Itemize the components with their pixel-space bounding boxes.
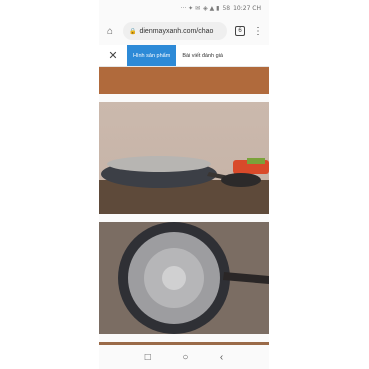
pan-base <box>107 156 211 172</box>
lock-icon: 🔒 <box>129 28 137 35</box>
url-text: dienmayxanh.com/chao <box>139 27 214 35</box>
back-icon[interactable]: ‹ <box>220 352 223 363</box>
product-image-1[interactable] <box>99 67 269 94</box>
battery-level: 58 <box>222 5 231 12</box>
more-menu-icon[interactable]: ⋮ <box>253 26 263 37</box>
notification-icons: ··· ✦ ✉ <box>180 5 201 12</box>
pan-center <box>162 266 186 290</box>
signal-icons: ◈ ▲ ▮ <box>203 5 220 12</box>
status-bar: ··· ✦ ✉ ◈ ▲ ▮ 58 10:27 CH <box>99 0 269 17</box>
pan-side-illustration <box>99 156 269 214</box>
recents-icon[interactable]: □ <box>145 352 151 363</box>
herb-garnish <box>247 158 265 164</box>
home-icon[interactable]: ⌂ <box>103 24 117 38</box>
home-nav-icon[interactable]: ○ <box>182 352 188 363</box>
handle-grip <box>221 173 261 187</box>
tab-product-images[interactable]: Hình sản phẩm <box>127 45 177 66</box>
address-bar[interactable]: 🔒 dienmayxanh.com/chao <box>123 22 227 40</box>
system-nav-bar: □ ○ ‹ <box>99 345 269 369</box>
tab-review-articles[interactable]: Bài viết đánh giá <box>176 45 229 66</box>
browser-toolbar: ⌂ 🔒 dienmayxanh.com/chao 6 ⋮ <box>99 17 269 45</box>
pan-bottom-illustration <box>99 222 269 334</box>
close-icon[interactable]: ✕ <box>99 45 127 66</box>
product-image-2[interactable] <box>99 102 269 214</box>
gallery-tabs: ✕ Hình sản phẩm Bài viết đánh giá <box>99 45 269 67</box>
tab-switcher-button[interactable]: 6 <box>235 26 245 36</box>
product-image-3[interactable] <box>99 222 269 334</box>
phone-screen: ··· ✦ ✉ ◈ ▲ ▮ 58 10:27 CH ⌂ 🔒 dienmayxan… <box>99 0 269 369</box>
status-time: 10:27 CH <box>233 5 261 12</box>
